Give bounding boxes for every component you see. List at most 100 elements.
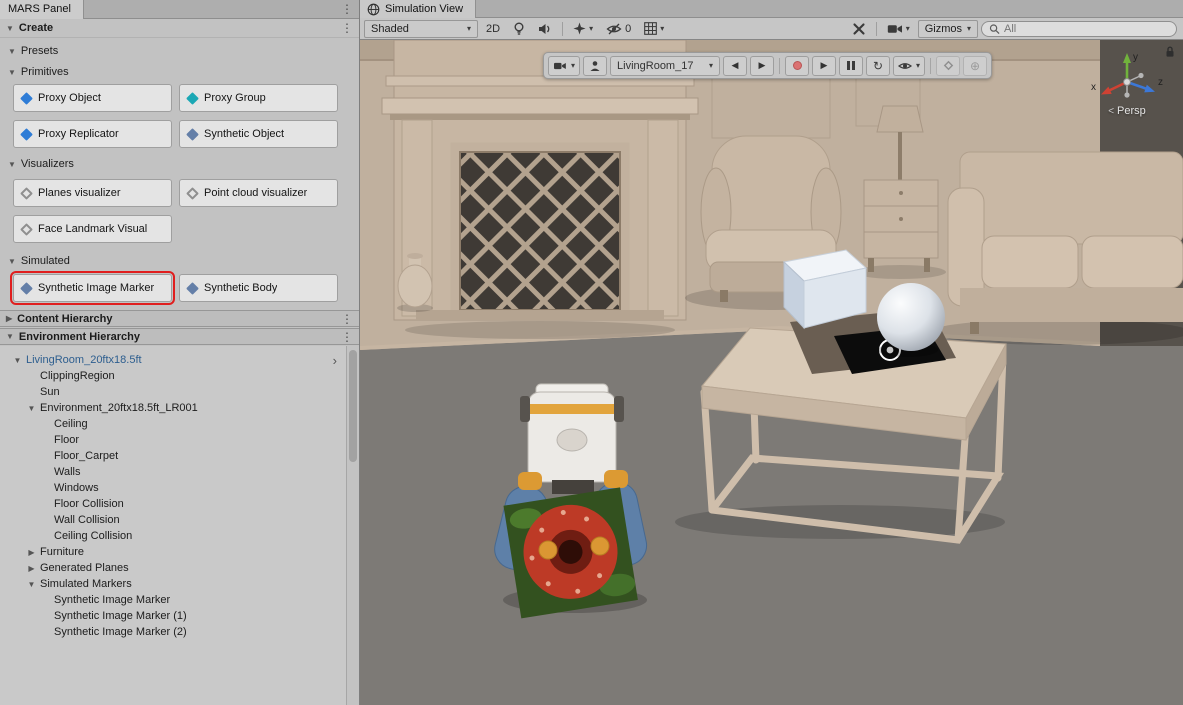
tree-item-wall-collision[interactable]: Wall Collision <box>0 512 345 528</box>
frame-target-button[interactable]: ⊕ <box>963 56 987 76</box>
search-input[interactable] <box>1004 23 1169 35</box>
tab-mars-panel[interactable]: MARS Panel <box>0 0 84 19</box>
tree-item-synthetic-image-marker-2[interactable]: Synthetic Image Marker (2) <box>0 624 345 640</box>
planes-visualizer-button[interactable]: Planes visualizer <box>13 179 172 207</box>
proxy-object-button[interactable]: Proxy Object <box>13 84 172 112</box>
foldout-primitives[interactable]: ▼ Primitives <box>0 64 359 80</box>
planes-visualizer-icon <box>20 187 33 200</box>
video-camera-icon <box>887 23 903 35</box>
pause-button[interactable] <box>839 56 863 76</box>
scene-orientation-gizmo[interactable]: y x z <Persp <box>1085 48 1169 117</box>
foldout-down-icon[interactable]: ▼ <box>12 356 23 365</box>
axis-y-label: y <box>1133 52 1138 63</box>
projection-toggle[interactable]: <Persp <box>1085 105 1169 117</box>
search-field[interactable] <box>981 21 1177 37</box>
tree-item-environment-20ftx18-5ft-lr001[interactable]: ▼Environment_20ftx18.5ft_LR001 <box>0 400 345 416</box>
tree-item-simulated-markers[interactable]: ▼Simulated Markers <box>0 576 345 592</box>
tree-item-windows[interactable]: Windows <box>0 480 345 496</box>
record-button[interactable] <box>785 56 809 76</box>
tree-item-floor[interactable]: Floor <box>0 432 345 448</box>
shading-mode-dropdown[interactable]: Shaded ▾ <box>364 20 478 38</box>
proxy-group-button[interactable]: Proxy Group <box>179 84 338 112</box>
mars-panel: MARS Panel ⋮ ▼ Create ⋮ ▼ Presets ▼ Prim… <box>0 0 360 705</box>
next-environment-button[interactable]: ▶ <box>750 56 774 76</box>
create-section-header[interactable]: ▼ Create ⋮ <box>0 19 359 38</box>
tree-item-generated-planes[interactable]: ▶Generated Planes <box>0 560 345 576</box>
gizmo-mode-button[interactable] <box>936 56 960 76</box>
tree-item-livingroom-20ftx18-5ft[interactable]: ▼LivingRoom_20ftx18.5ft <box>0 352 345 368</box>
face-landmark-visual-button[interactable]: Face Landmark Visual <box>13 215 172 243</box>
simulated-user-button[interactable] <box>583 56 607 76</box>
tree-item-synthetic-image-marker[interactable]: Synthetic Image Marker <box>0 592 345 608</box>
loop-button[interactable]: ↻ <box>866 56 890 76</box>
chevron-down-icon: ▾ <box>906 24 910 33</box>
gizmos-dropdown[interactable]: Gizmos ▾ <box>918 20 978 38</box>
tree-item-label: Ceiling Collision <box>54 530 132 542</box>
scene-lighting-button[interactable] <box>508 20 530 38</box>
tree-scrollbar[interactable] <box>346 346 359 705</box>
previous-environment-button[interactable]: ◀ <box>723 56 747 76</box>
component-tools-button[interactable] <box>847 20 871 38</box>
pane-menu-icon[interactable]: ⋮ <box>341 3 353 15</box>
foldout-down-icon[interactable]: ▼ <box>6 332 14 341</box>
pane-menu-icon[interactable]: ⋮ <box>341 22 353 34</box>
foldout-down-icon[interactable]: ▼ <box>6 24 14 33</box>
tree-item-synthetic-image-marker-1[interactable]: Synthetic Image Marker (1) <box>0 608 345 624</box>
scene-audio-button[interactable] <box>533 20 557 38</box>
record-icon <box>793 61 802 70</box>
foldout-presets[interactable]: ▼ Presets <box>0 43 359 59</box>
simulation-3d-viewport[interactable]: ▾ LivingRoom_17 ▾ ◀ ▶ ▶ ↻ <box>360 40 1183 705</box>
pane-menu-icon[interactable]: ⋮ <box>341 330 353 344</box>
tab-simulation-view[interactable]: Simulation View <box>360 0 476 18</box>
tree-scrollbar-thumb[interactable] <box>349 350 357 462</box>
scene-visibility-button[interactable]: 0 <box>601 20 636 38</box>
foldout-right-icon[interactable]: ▶ <box>26 548 37 557</box>
button-label: Proxy Object <box>38 92 101 104</box>
view-camera-dropdown[interactable]: ▾ <box>548 56 580 76</box>
overlay-lock-button[interactable] <box>1164 45 1176 58</box>
tree-item-floor-carpet[interactable]: Floor_Carpet <box>0 448 345 464</box>
content-hierarchy-label: Content Hierarchy <box>17 313 112 325</box>
toggle-2d-button[interactable]: 2D <box>481 20 505 38</box>
proxy-replicator-button[interactable]: Proxy Replicator <box>13 120 172 148</box>
synthetic-body-button[interactable]: Synthetic Body <box>179 274 338 302</box>
foldout-down-icon[interactable]: ▼ <box>26 580 37 589</box>
environment-hierarchy-header[interactable]: ▼ Environment Hierarchy ⋮ <box>0 328 359 345</box>
tree-item-walls[interactable]: Walls <box>0 464 345 480</box>
tree-item-label: LivingRoom_20ftx18.5ft <box>26 354 142 366</box>
foldout-right-icon[interactable]: ▶ <box>26 564 37 573</box>
camera-settings-dropdown[interactable]: ▾ <box>882 20 915 38</box>
synthetic-image-marker-button[interactable]: Synthetic Image Marker <box>13 274 172 302</box>
foldout-visualizers[interactable]: ▼ Visualizers <box>0 156 359 172</box>
tree-item-furniture[interactable]: ▶Furniture <box>0 544 345 560</box>
synthetic-object-button[interactable]: Synthetic Object <box>179 120 338 148</box>
axis-gizmo[interactable]: y x z <box>1088 48 1166 106</box>
grid-icon <box>644 22 657 35</box>
play-button[interactable]: ▶ <box>812 56 836 76</box>
foldout-simulated[interactable]: ▼ Simulated <box>0 253 359 269</box>
axis-x-label: x <box>1091 82 1096 93</box>
pane-menu-icon[interactable]: ⋮ <box>341 312 353 326</box>
tree-item-floor-collision[interactable]: Floor Collision <box>0 496 345 512</box>
content-hierarchy-header[interactable]: ▶ Content Hierarchy ⋮ <box>0 310 359 327</box>
grid-settings-dropdown[interactable]: ▾ <box>639 20 669 38</box>
tree-item-label: Windows <box>54 482 99 494</box>
simulation-controls-toolbar: ▾ LivingRoom_17 ▾ ◀ ▶ ▶ ↻ <box>543 52 992 79</box>
tree-item-label: Wall Collision <box>54 514 120 526</box>
point-cloud-visualizer-button[interactable]: Point cloud visualizer <box>179 179 338 207</box>
tree-item-ceiling[interactable]: Ceiling <box>0 416 345 432</box>
tree-item-ceiling-collision[interactable]: Ceiling Collision <box>0 528 345 544</box>
foldout-down-icon: ▼ <box>8 160 16 169</box>
tree-rows: ▼LivingRoom_20ftx18.5ftClippingRegionSun… <box>0 352 345 640</box>
tree-item-label: Furniture <box>40 546 84 558</box>
mars-panel-tab-label: MARS Panel <box>8 3 71 15</box>
scene-effects-dropdown[interactable]: ▾ <box>568 20 598 38</box>
hierarchy-next-chevron[interactable]: › <box>333 354 337 367</box>
environment-dropdown[interactable]: LivingRoom_17 ▾ <box>610 56 720 76</box>
foldout-down-icon[interactable]: ▼ <box>26 404 37 413</box>
tree-item-clippingregion[interactable]: ClippingRegion <box>0 368 345 384</box>
view-options-dropdown[interactable]: ▾ <box>893 56 925 76</box>
foldout-right-icon[interactable]: ▶ <box>6 314 12 323</box>
tree-item-sun[interactable]: Sun <box>0 384 345 400</box>
toolbar-separator <box>562 22 563 36</box>
